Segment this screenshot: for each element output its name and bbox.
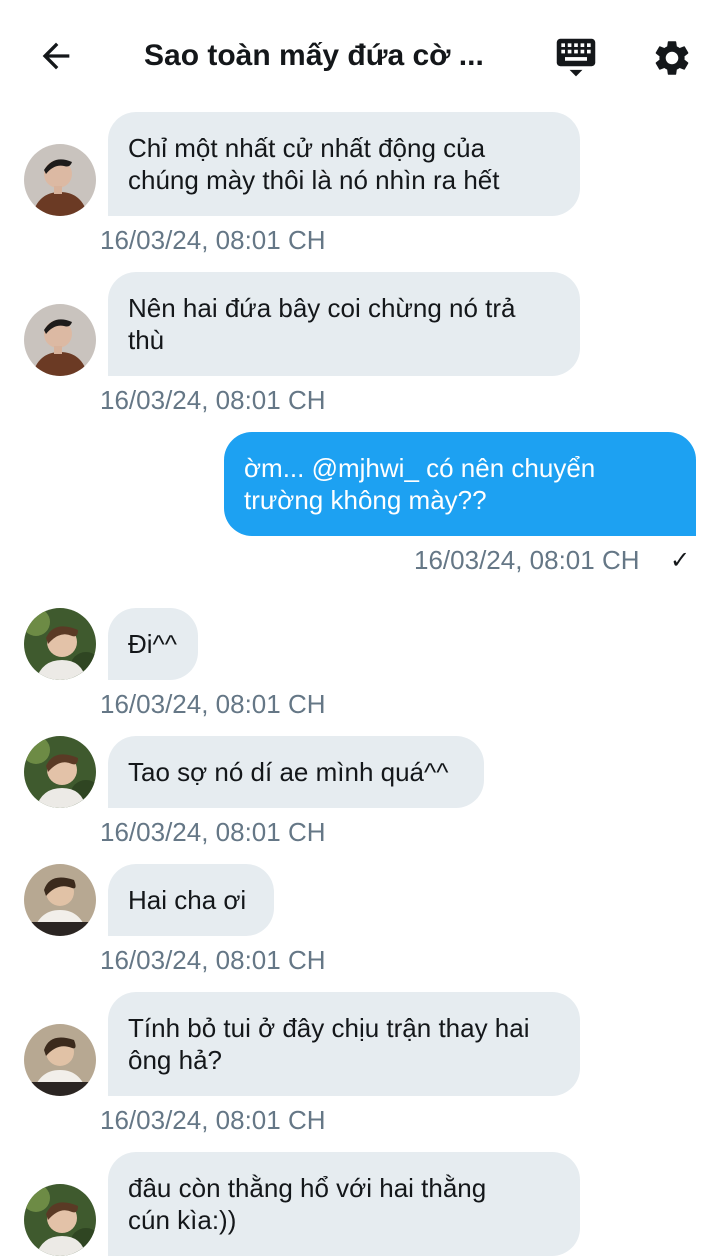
message-timestamp: 16/03/24, 08:01 CH [100,817,326,847]
avatar-photo [24,736,96,808]
avatar[interactable] [24,1024,96,1096]
message-timestamp: 16/03/24, 08:01 CH [414,545,640,575]
avatar[interactable] [24,144,96,216]
message-bubble[interactable]: Hai cha ơi [108,864,274,936]
message-bubble[interactable]: Tính bỏ tui ở đây chịu trận thay hai ông… [108,992,580,1096]
message-bubble[interactable]: đâu còn thằng hổ với hai thằng cún kìa:)… [108,1152,580,1256]
keyboard-icon [556,38,596,77]
avatar-photo [24,864,96,936]
message-timestamp: 16/03/24, 08:01 CH [100,385,326,415]
avatar-photo [24,1024,96,1096]
chat-header: Sao toàn mấy đứa cờ ... [0,0,720,110]
message-bubble[interactable]: Chỉ một nhất cử nhất động của chúng mày … [108,112,580,216]
message-bubble[interactable]: Tao sợ nó dí ae mình quá^^ [108,736,484,808]
sent-check-icon: ✓ [670,547,691,574]
back-button[interactable] [28,30,84,82]
avatar-photo [24,144,96,216]
message-bubble[interactable]: Đi^^ [108,608,198,680]
avatar[interactable] [24,608,96,680]
avatar[interactable] [24,304,96,376]
message-timestamp: 16/03/24, 08:01 CH [100,945,326,975]
message-timestamp: 16/03/24, 08:01 CH [100,1105,326,1135]
message-timestamp: 16/03/24, 08:01 CH [100,225,326,255]
gear-icon [655,41,689,75]
keyboard-button[interactable] [552,34,600,82]
avatar-photo [24,304,96,376]
avatar[interactable] [24,736,96,808]
avatar[interactable] [24,864,96,936]
message-bubble[interactable]: ờm... @mjhwi_ có nên chuyển trường không… [224,432,696,536]
message-bubble[interactable]: Nên hai đứa bây coi chừng nó trả thù [108,272,580,376]
avatar-photo [24,1184,96,1256]
avatar[interactable] [24,1184,96,1256]
message-timestamp: 16/03/24, 08:01 CH [100,689,326,719]
arrow-left-icon [42,42,70,70]
conversation-title[interactable]: Sao toàn mấy đứa cờ ... [144,36,544,76]
avatar-photo [24,608,96,680]
settings-button[interactable] [648,34,696,82]
